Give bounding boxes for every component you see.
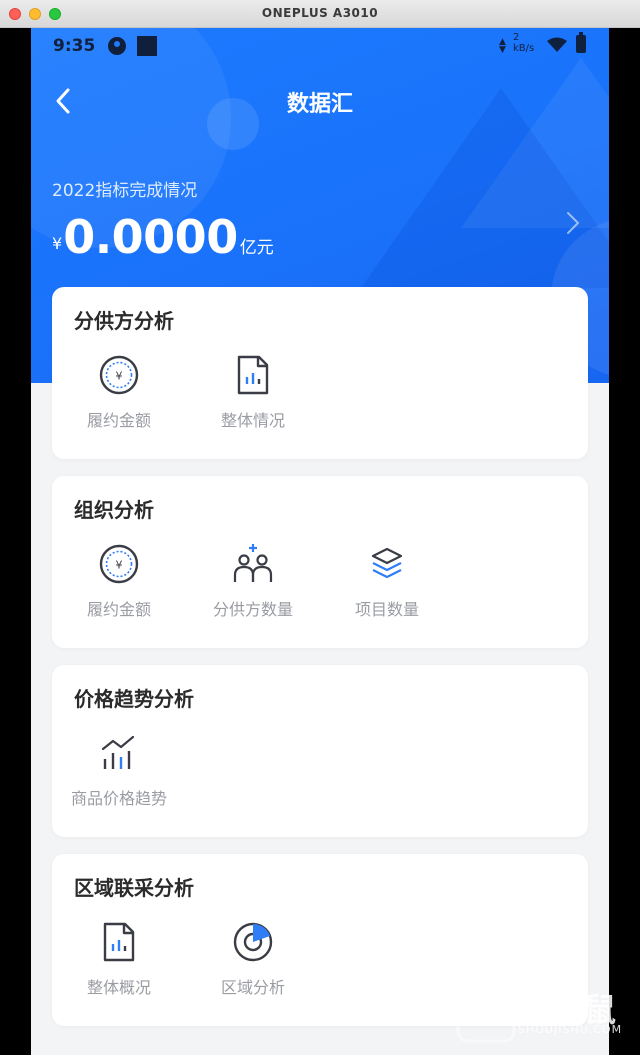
network-speed: 2 kB/s: [513, 32, 535, 54]
status-time: 9:35: [53, 36, 96, 56]
summary-unit: 亿元: [239, 238, 274, 258]
pie-chart-icon: [233, 922, 273, 962]
phone-screen: 9:35 ▲ ▼ 2 kB/s 数据汇 2022指标完成情况 ¥0.0000 亿元 分…: [31, 28, 609, 1055]
report-document-icon: [103, 922, 135, 962]
currency-symbol: ¥: [52, 234, 63, 253]
report-document-icon: [237, 355, 269, 395]
window-title: ONEPLUS A3010: [261, 6, 379, 20]
card-title: 价格趋势分析: [74, 687, 194, 711]
watermark-subtext: SHOUJISHU.COM: [518, 1023, 623, 1036]
card-org-analysis: 组织分析 ¥ 履约金额 分供方数量 项目数量: [52, 476, 588, 648]
svg-text:¥: ¥: [116, 370, 123, 383]
summary-value[interactable]: ¥0.0000 亿元: [52, 210, 274, 264]
yuan-coin-icon: ¥: [99, 355, 139, 395]
card-price-trend: 价格趋势分析 商品价格趋势: [52, 665, 588, 837]
supplier-count-item[interactable]: 分供方数量: [193, 542, 313, 620]
summary-number: 0.0000: [63, 210, 238, 264]
yuan-coin-icon: ¥: [99, 544, 139, 584]
notification-square-icon: [137, 36, 157, 56]
chevron-right-icon[interactable]: [563, 208, 583, 238]
page-title: 数据汇: [286, 92, 353, 117]
supplier-contract-amount-item[interactable]: ¥ 履约金额: [59, 353, 179, 431]
layers-icon: [371, 547, 403, 579]
commodity-price-trend-item[interactable]: 商品价格趋势: [59, 731, 179, 809]
data-transfer-icon: ▲ ▼: [499, 37, 506, 55]
wifi-icon: [547, 37, 567, 52]
window-titlebar: ONEPLUS A3010: [0, 0, 640, 28]
notification-app-icon: [108, 37, 126, 55]
card-supplier-analysis: 分供方分析 ¥ 履约金额 整体情况: [52, 287, 588, 459]
summary-label: 2022指标完成情况: [52, 181, 198, 201]
trend-chart-icon: [101, 735, 135, 769]
battery-icon: [576, 32, 586, 53]
card-title: 分供方分析: [74, 309, 174, 333]
svg-text:¥: ¥: [116, 559, 123, 572]
card-title: 组织分析: [74, 498, 154, 522]
supplier-overview-item[interactable]: 整体情况: [193, 353, 313, 431]
add-people-icon: [233, 544, 273, 582]
project-count-item[interactable]: 项目数量: [327, 542, 447, 620]
regional-overview-item[interactable]: 整体概况: [59, 920, 179, 998]
regional-analysis-item[interactable]: 区域分析: [193, 920, 313, 998]
status-bar: 9:35 ▲ ▼ 2 kB/s: [31, 28, 609, 64]
org-contract-amount-item[interactable]: ¥ 履约金额: [59, 542, 179, 620]
card-title: 区域联采分析: [74, 876, 194, 900]
